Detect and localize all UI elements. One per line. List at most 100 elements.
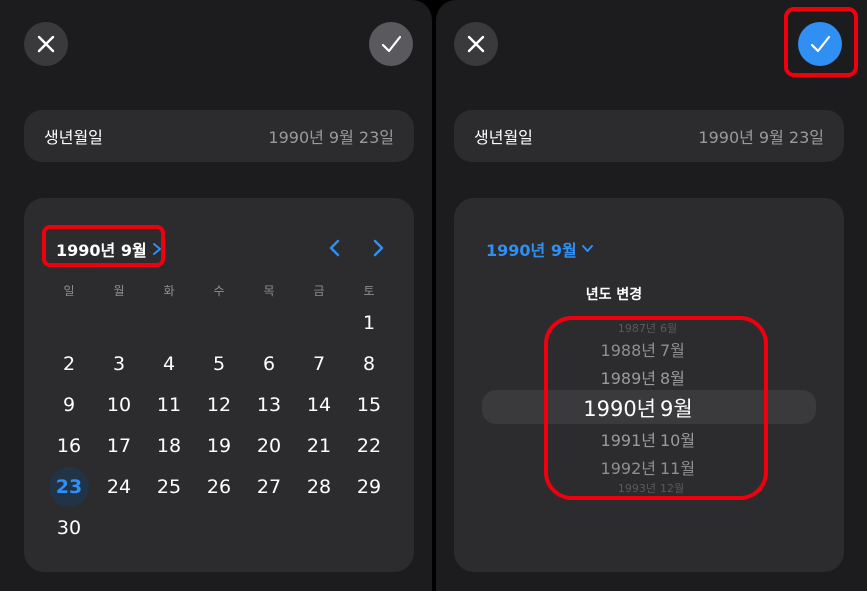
calendar-day-label: 6 — [262, 352, 276, 375]
calendar-day-label: 27 — [256, 475, 282, 498]
calendar-day[interactable]: 11 — [144, 384, 194, 425]
month-wheel[interactable]: 6월 7월 8월 9월 10월 11월 12월 — [660, 321, 720, 495]
year-option[interactable]: 1990년 — [566, 391, 656, 425]
month-option[interactable]: 9월 — [660, 391, 720, 425]
calendar-day[interactable]: 16 — [44, 425, 94, 466]
month-option[interactable]: 11월 — [660, 453, 720, 481]
year-option[interactable]: 1989년 — [566, 363, 656, 391]
month-option[interactable]: 10월 — [660, 425, 720, 453]
calendar-day-label: 23 — [49, 466, 89, 507]
month-option[interactable]: 8월 — [660, 363, 720, 391]
year-option[interactable]: 1993년 — [566, 481, 656, 495]
calendar-day[interactable]: 1 — [344, 302, 394, 343]
month-option[interactable]: 7월 — [660, 335, 720, 363]
weekday-header: 일월화수목금토 — [44, 282, 394, 299]
calendar-day[interactable]: 5 — [194, 343, 244, 384]
calendar-day[interactable]: 8 — [344, 343, 394, 384]
calendar-day[interactable]: 18 — [144, 425, 194, 466]
calendar-day-label: 29 — [356, 475, 382, 498]
year-picker-panel: 생년월일 1990년 9월 23일 1990년 9월 년도 변경 1987년 19… — [436, 0, 867, 591]
year-picker-card: 1990년 9월 년도 변경 1987년 1988년 1989년 1990년 1991년… — [454, 198, 844, 572]
calendar-day-label: 3 — [112, 352, 126, 375]
calendar-day[interactable]: 30 — [44, 507, 94, 548]
birthdate-value: 1990년 9월 23일 — [698, 128, 824, 147]
calendar-day[interactable]: 9 — [44, 384, 94, 425]
weekday-label: 금 — [313, 284, 325, 298]
month-option[interactable]: 6월 — [660, 321, 720, 335]
calendar-day[interactable]: 17 — [94, 425, 144, 466]
close-button[interactable] — [24, 22, 68, 66]
birthdate-label: 생년월일 — [44, 128, 103, 147]
calendar-day-label: 14 — [306, 393, 332, 416]
calendar-day[interactable]: 4 — [144, 343, 194, 384]
year-option[interactable]: 1992년 — [566, 453, 656, 481]
calendar-day[interactable]: 27 — [244, 466, 294, 507]
calendar-day[interactable]: 2 — [44, 343, 94, 384]
year-option[interactable]: 1988년 — [566, 335, 656, 363]
year-wheel[interactable]: 1987년 1988년 1989년 1990년 1991년 1992년 1993년 — [566, 321, 656, 495]
weekday-label: 수 — [213, 284, 225, 298]
calendar-day[interactable]: 21 — [294, 425, 344, 466]
month-year-toggle[interactable]: 1990년 9월 — [56, 237, 163, 261]
calendar-day-label: 11 — [156, 393, 182, 416]
calendar-day[interactable]: 29 — [344, 466, 394, 507]
day-grid: 1 2 3 4 5 6 7 8 9 10 11 12 13 14 15 16 17 18 19 20 21 22 23 24 2… — [44, 302, 394, 548]
calendar-day[interactable]: 25 — [144, 466, 194, 507]
calendar-day[interactable]: 15 — [344, 384, 394, 425]
calendar-day[interactable]: 26 — [194, 466, 244, 507]
month-title: 1990년 9월 — [56, 241, 147, 260]
calendar-day[interactable]: 23 — [44, 466, 94, 507]
calendar-day[interactable]: 28 — [294, 466, 344, 507]
year-option[interactable]: 1991년 — [566, 425, 656, 453]
calendar-day-label: 21 — [306, 434, 332, 457]
calendar-day-label: 19 — [206, 434, 232, 457]
calendar-day-label: 4 — [162, 352, 176, 375]
calendar-day-label: 24 — [106, 475, 132, 498]
confirm-button[interactable] — [798, 22, 842, 66]
chevron-right-icon — [373, 239, 384, 257]
calendar-card: 1990년 9월 일월화수목금토 1 2 3 4 5 6 7 8 9 10 11 12 13 14 15 16… — [24, 198, 414, 572]
calendar-day-label: 8 — [362, 352, 376, 375]
calendar-panel: 생년월일 1990년 9월 23일 1990년 9월 일월화수목금토 12345… — [0, 0, 432, 591]
close-button[interactable] — [454, 22, 498, 66]
calendar-day[interactable]: 14 — [294, 384, 344, 425]
calendar-day[interactable]: 3 — [94, 343, 144, 384]
calendar-day-label: 5 — [212, 352, 226, 375]
checkmark-icon — [381, 35, 402, 53]
birthdate-field[interactable]: 생년월일 1990년 9월 23일 — [24, 110, 414, 162]
calendar-day[interactable]: 24 — [94, 466, 144, 507]
calendar-day[interactable]: 19 — [194, 425, 244, 466]
month-title: 1990년 9월 — [486, 241, 577, 260]
checkmark-icon — [810, 35, 831, 53]
calendar-day[interactable]: 10 — [94, 384, 144, 425]
calendar-day-label: 7 — [312, 352, 326, 375]
calendar-day[interactable]: 20 — [244, 425, 294, 466]
month-year-toggle[interactable]: 1990년 9월 — [486, 237, 594, 261]
calendar-day-label: 30 — [56, 516, 82, 539]
next-month-button[interactable] — [368, 236, 390, 260]
birthdate-field[interactable]: 생년월일 1990년 9월 23일 — [454, 110, 844, 162]
weekday-label: 목 — [263, 284, 275, 298]
calendar-day-label: 16 — [56, 434, 82, 457]
year-option[interactable]: 1987년 — [566, 321, 656, 335]
calendar-day[interactable]: 22 — [344, 425, 394, 466]
prev-month-button[interactable] — [323, 236, 345, 260]
chevron-right-icon — [152, 243, 161, 255]
calendar-day[interactable]: 6 — [244, 343, 294, 384]
close-icon — [467, 35, 485, 53]
calendar-day-label: 20 — [256, 434, 282, 457]
month-option[interactable]: 12월 — [660, 481, 720, 495]
confirm-button[interactable] — [369, 22, 413, 66]
calendar-day-label: 1 — [362, 311, 376, 334]
calendar-day-label: 12 — [206, 393, 232, 416]
calendar-day-label: 17 — [106, 434, 132, 457]
day-empty — [94, 302, 144, 343]
calendar-day[interactable]: 12 — [194, 384, 244, 425]
day-empty — [194, 302, 244, 343]
day-empty — [294, 302, 344, 343]
day-empty — [44, 302, 94, 343]
weekday-label: 월 — [113, 284, 125, 298]
calendar-day[interactable]: 7 — [294, 343, 344, 384]
chevron-down-icon — [581, 245, 593, 252]
calendar-day[interactable]: 13 — [244, 384, 294, 425]
